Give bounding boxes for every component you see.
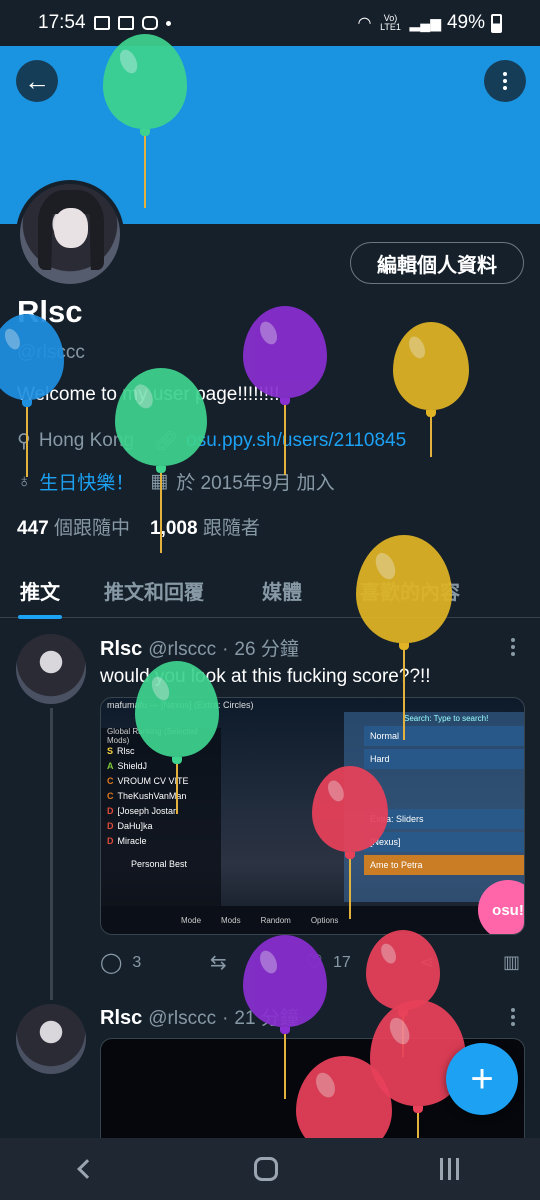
analytics-button[interactable]: ▥ [503, 950, 520, 975]
balloon-decoration [356, 535, 452, 740]
retweet-icon: ⇆ [209, 952, 227, 974]
tweet-author-name[interactable]: Rlsc [100, 1007, 142, 1030]
back-button[interactable]: ← [16, 60, 58, 102]
following-link[interactable]: 447 個跟隨中 [17, 513, 130, 540]
tweet-header: Rlsc @rlsccc · 26 分鐘 [100, 634, 299, 661]
tweet-author-handle: @rlsccc [148, 639, 217, 660]
nav-back-icon[interactable] [77, 1159, 97, 1179]
battery-icon [491, 13, 502, 33]
arrow-left-icon: ← [24, 65, 50, 96]
tweet-author-handle: @rlsccc [148, 1008, 217, 1029]
status-time: 17:54 [38, 12, 86, 33]
instagram-icon [141, 16, 158, 30]
reply-icon: ◯ [100, 952, 123, 974]
status-bar: 17:54 ◠ Vo) LTE1 ▂▄▆ 49% [0, 0, 540, 46]
battery-percent: 49% [446, 12, 485, 33]
balloon-decoration [393, 322, 469, 457]
signal-icon: ▂▄▆ [409, 14, 441, 31]
tab-tweets-replies[interactable]: 推文和回覆 [80, 562, 224, 618]
tweet-time: 26 分鐘 [234, 639, 299, 660]
retweet-button[interactable]: ⇆ [210, 950, 237, 975]
more-vertical-icon [502, 72, 508, 90]
analytics-icon: ▥ [502, 952, 520, 972]
nav-home-icon[interactable] [254, 1157, 278, 1181]
profile-tabs: 推文 推文和回覆 媒體 喜歡的內容 [0, 562, 540, 619]
thread-line [50, 708, 53, 1000]
wifi-icon: ◠ [357, 15, 372, 32]
video-icon [117, 16, 134, 30]
tweet-avatar[interactable] [16, 634, 86, 704]
balloon-decoration [115, 368, 207, 553]
image-icon [93, 16, 110, 30]
tab-tweets[interactable]: 推文 [0, 562, 80, 619]
tweet-more-icon[interactable] [510, 638, 516, 656]
more-options-button[interactable] [484, 60, 526, 102]
balloon-decoration [0, 314, 64, 477]
nav-recent-apps-icon[interactable] [438, 1158, 460, 1180]
compose-tweet-button[interactable]: + [446, 1043, 518, 1115]
reply-button[interactable]: ◯ 3 [100, 950, 141, 975]
system-nav-bar [0, 1138, 540, 1200]
tweet-author-name[interactable]: Rlsc [100, 638, 142, 661]
tweet-avatar[interactable] [16, 1004, 86, 1074]
network-label: Vo) LTE1 [380, 13, 401, 32]
plus-icon: + [470, 1056, 494, 1101]
profile-meta-location: ⚲ Hong Kong 🔗︎ osu.ppy.sh/users/2110845 [17, 429, 406, 453]
balloon-decoration [312, 766, 388, 919]
balloon-decoration [103, 34, 187, 208]
tweet-more-icon[interactable] [510, 1008, 516, 1026]
tab-media[interactable]: 媒體 [224, 562, 322, 618]
edit-profile-button[interactable]: 編輯個人資料 [350, 242, 524, 284]
notification-dot-icon [165, 20, 171, 26]
balloon-decoration [243, 306, 327, 475]
balloon-decoration [135, 661, 219, 814]
